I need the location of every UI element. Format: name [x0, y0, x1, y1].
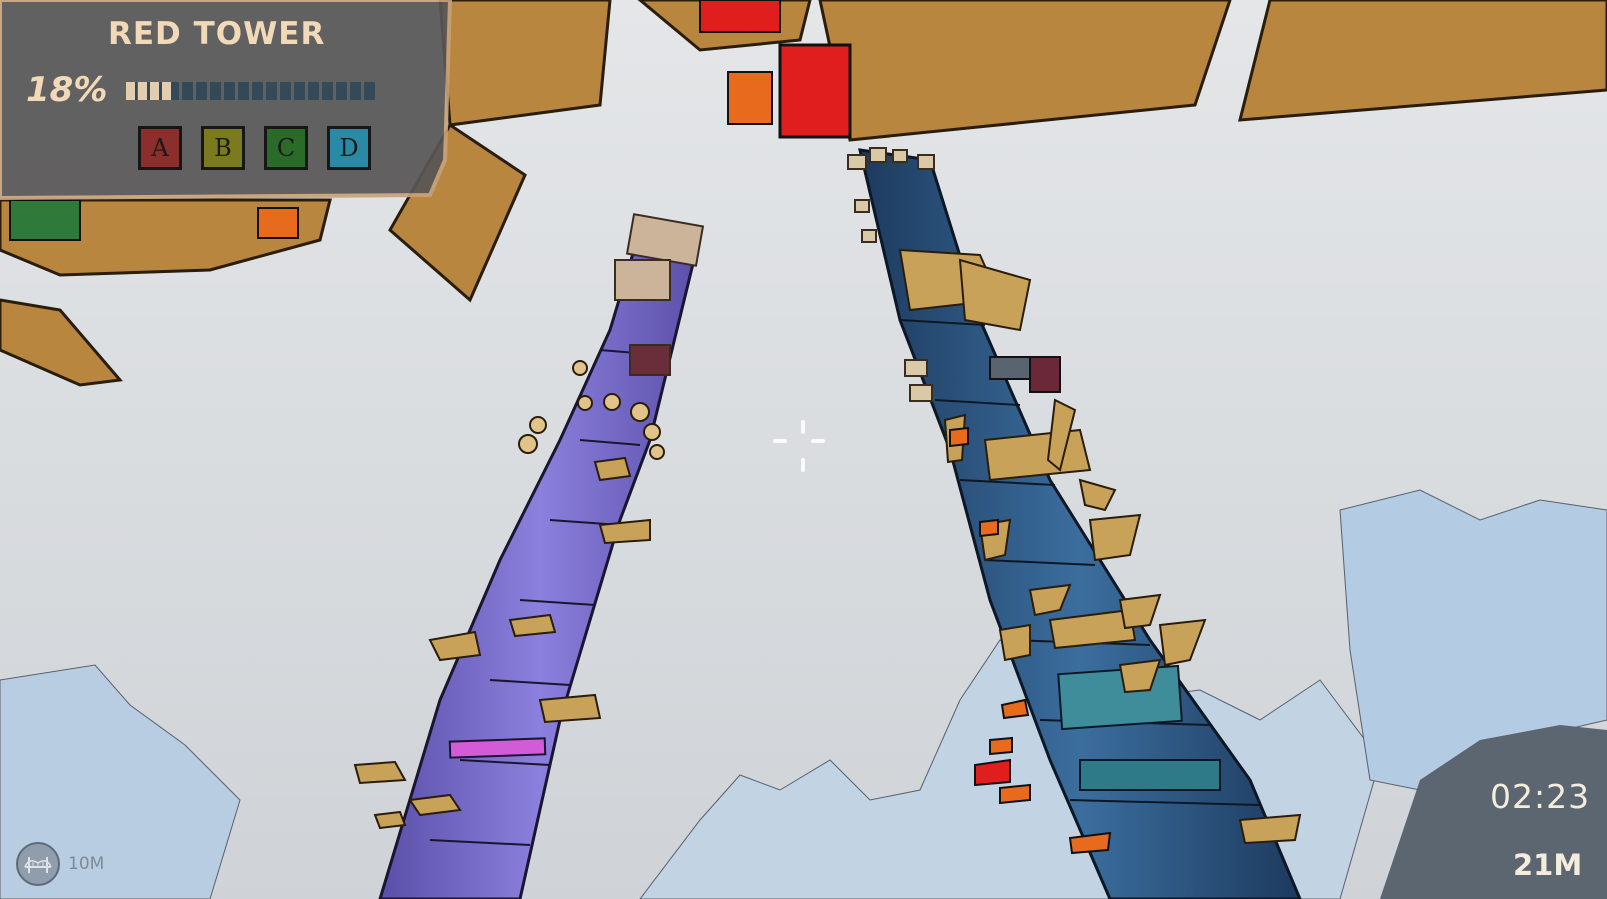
key-a-button[interactable]: A	[138, 126, 182, 170]
progress-bar	[126, 82, 376, 100]
crosshair-icon	[773, 420, 833, 480]
teal-window-row	[1079, 759, 1221, 791]
key-d-label: D	[339, 134, 359, 162]
key-c-button[interactable]: C	[264, 126, 308, 170]
timer: 02:23	[1490, 777, 1591, 816]
objective-title: RED TOWER	[108, 16, 326, 52]
progress-bar-fill	[126, 82, 171, 100]
red-block-top	[699, 0, 781, 33]
key-a-label: A	[151, 134, 169, 162]
objective-panel: RED TOWER 18% A B C D	[0, 0, 450, 198]
bridge-icon	[16, 842, 60, 886]
red-block-large	[778, 43, 852, 139]
wood-plank-top-left	[438, 0, 612, 127]
key-b-button[interactable]: B	[201, 126, 245, 170]
checkpoint-indicator: 10M	[16, 842, 104, 886]
progress-percent: 18%	[26, 70, 108, 110]
orange-block-top	[727, 71, 773, 125]
pink-stripe	[448, 737, 547, 759]
key-d-button[interactable]: D	[327, 126, 371, 170]
height-readout: 21M	[1513, 848, 1583, 882]
orange-block-hud	[257, 207, 299, 239]
green-block	[9, 199, 81, 241]
key-b-label: B	[214, 134, 232, 162]
checkpoint-distance: 10M	[68, 854, 105, 874]
teal-panel	[1057, 664, 1183, 731]
key-selector: A B C D	[138, 126, 371, 170]
key-c-label: C	[276, 134, 296, 162]
